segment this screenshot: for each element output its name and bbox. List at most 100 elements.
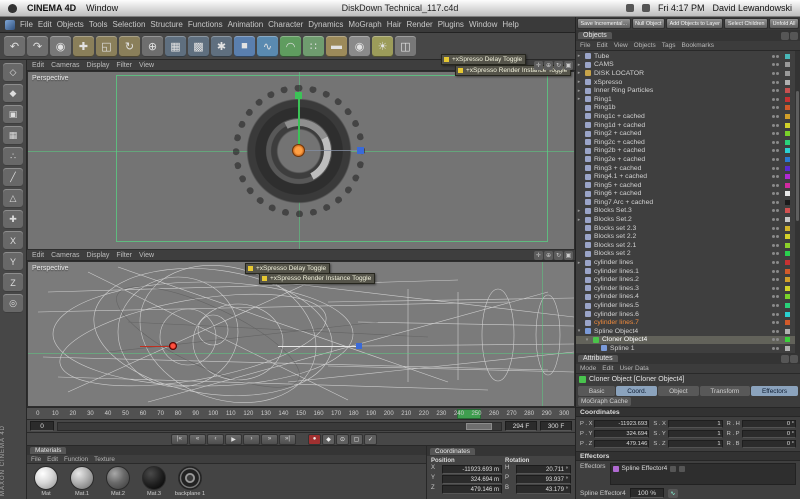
material-item[interactable]: Mat.2: [103, 466, 133, 497]
material-preview-sphere[interactable]: [34, 466, 58, 490]
mode-tool-icon[interactable]: ╱: [3, 168, 23, 187]
attributes-menu-item[interactable]: User Data: [619, 365, 648, 372]
viewport-nav-icon[interactable]: ▣: [564, 251, 573, 260]
object-tree-item[interactable]: Blocks set 2.3: [576, 224, 800, 233]
layer-color-swatch[interactable]: [785, 243, 790, 248]
viewport-nav-icon[interactable]: ⊕: [544, 251, 553, 260]
layer-color-swatch[interactable]: [785, 157, 790, 162]
viewport-top-perspective[interactable]: Perspective: [27, 71, 575, 250]
material-item[interactable]: Mat: [31, 466, 61, 497]
object-tree-item[interactable]: ▸ xSpresso: [576, 78, 800, 87]
record-button[interactable]: ◆: [322, 434, 335, 445]
toolbar-icon[interactable]: ■: [234, 36, 255, 57]
materials-tab[interactable]: Materials: [30, 447, 66, 454]
object-tree-item[interactable]: cylinder lines.2: [576, 275, 800, 284]
object-tree-item[interactable]: ▸ Blocks Set.2: [576, 215, 800, 224]
object-name[interactable]: cylinder lines.7: [594, 319, 639, 326]
viewport-menu-item[interactable]: Edit: [32, 252, 44, 259]
material-item[interactable]: backplane 1: [175, 466, 205, 497]
visibility-dots[interactable]: [772, 149, 779, 152]
material-preview-sphere[interactable]: [106, 466, 130, 490]
material-item[interactable]: Mat.3: [139, 466, 169, 497]
command-button[interactable]: Select Children: [724, 18, 768, 29]
object-name[interactable]: cylinder lines.3: [594, 285, 639, 292]
range-end-field[interactable]: 300 F: [540, 421, 572, 431]
menu-item[interactable]: Help: [502, 20, 518, 29]
viewport-nav-icon[interactable]: ⊕: [544, 61, 553, 70]
toolbar-icon[interactable]: ✱: [211, 36, 232, 57]
command-button[interactable]: Save Incremental...: [577, 18, 631, 29]
mode-tool-icon[interactable]: ▦: [3, 126, 23, 145]
visibility-dots[interactable]: [772, 338, 779, 341]
layer-color-swatch[interactable]: [785, 71, 790, 76]
object-type-icon[interactable]: [585, 191, 591, 197]
object-name[interactable]: cylinder lines.2: [594, 276, 639, 283]
object-type-icon[interactable]: [585, 165, 591, 171]
object-type-icon[interactable]: [585, 260, 591, 266]
mode-tool-icon[interactable]: Y: [3, 252, 23, 271]
axis-x-handle[interactable]: [356, 343, 362, 349]
object-tree-item[interactable]: cylinder lines.6: [576, 310, 800, 319]
object-tree-item[interactable]: cylinder lines.7: [576, 318, 800, 327]
viewport-nav-icon[interactable]: ↻: [554, 251, 563, 260]
object-tree-item[interactable]: ▸ Tube: [576, 52, 800, 61]
layer-color-swatch[interactable]: [785, 286, 790, 291]
command-button[interactable]: Unfold All: [769, 18, 799, 29]
current-frame-field[interactable]: 294 F: [505, 421, 537, 431]
object-tree-item[interactable]: Ring1d + cached: [576, 121, 800, 130]
attribute-field-value[interactable]: -11923.693: [594, 420, 649, 428]
layer-color-swatch[interactable]: [785, 148, 790, 153]
object-name[interactable]: Tube: [594, 53, 609, 60]
object-name[interactable]: cylinder lines.6: [594, 311, 639, 318]
panel-dock-icon[interactable]: [781, 32, 789, 40]
effectors-section-header[interactable]: Effectors: [576, 451, 800, 461]
layer-color-swatch[interactable]: [785, 234, 790, 239]
attribute-tab[interactable]: Object: [658, 386, 698, 396]
visibility-dots[interactable]: [772, 295, 779, 298]
panel-menu-icon[interactable]: [790, 32, 798, 40]
attributes-tab[interactable]: Attributes: [578, 355, 618, 362]
visibility-dots[interactable]: [772, 106, 779, 109]
menu-item[interactable]: Animation: [228, 20, 264, 29]
visibility-dots[interactable]: [772, 261, 779, 264]
object-type-icon[interactable]: [601, 345, 607, 351]
mode-tool-icon[interactable]: ◎: [3, 294, 23, 313]
object-type-icon[interactable]: [585, 70, 591, 76]
app-menu[interactable]: CINEMA 4D: [27, 3, 76, 13]
object-type-icon[interactable]: [585, 199, 591, 205]
object-tree-item[interactable]: ▸ DISK LOCATOR: [576, 69, 800, 78]
object-name[interactable]: Ring2e + cached: [594, 156, 645, 163]
layer-color-swatch[interactable]: [785, 123, 790, 128]
object-type-icon[interactable]: [585, 79, 591, 85]
menu-item[interactable]: MoGraph: [348, 20, 381, 29]
expand-arrow-icon[interactable]: ▸: [576, 208, 582, 214]
layer-color-swatch[interactable]: [785, 217, 790, 222]
selected-point-handle[interactable]: [169, 342, 177, 350]
visibility-dots[interactable]: [772, 81, 779, 84]
visibility-dots[interactable]: [772, 141, 779, 144]
apple-menu-icon[interactable]: [8, 4, 17, 13]
record-button[interactable]: ✓: [364, 434, 377, 445]
objects-menu-item[interactable]: File: [580, 42, 590, 49]
menu-item[interactable]: Structure: [150, 20, 182, 29]
material-preview-sphere[interactable]: [70, 466, 94, 490]
visibility-dots[interactable]: [772, 63, 779, 66]
menu-item[interactable]: Hair: [387, 20, 402, 29]
menu-item[interactable]: Dynamics: [308, 20, 343, 29]
command-button[interactable]: Null Object: [632, 18, 665, 29]
materials-menu-item[interactable]: Texture: [94, 456, 115, 463]
toolbar-icon[interactable]: ⊕: [142, 36, 163, 57]
visibility-dots[interactable]: [772, 235, 779, 238]
layer-color-swatch[interactable]: [785, 191, 790, 196]
layer-color-swatch[interactable]: [785, 294, 790, 299]
toolbar-icon[interactable]: ↷: [27, 36, 48, 57]
expand-arrow-icon[interactable]: ▸: [576, 79, 582, 85]
toolbar-icon[interactable]: ↻: [119, 36, 140, 57]
object-name[interactable]: cylinder lines.1: [594, 268, 639, 275]
menu-item[interactable]: Character: [268, 20, 303, 29]
viewport-menu-item[interactable]: Filter: [116, 252, 132, 259]
object-name[interactable]: Blocks Set.2: [594, 216, 632, 223]
object-name[interactable]: Spline 1: [610, 345, 635, 352]
object-tree-item[interactable]: ▸ Inner Ring Particles: [576, 86, 800, 95]
object-name[interactable]: Ring1d + cached: [594, 122, 645, 129]
